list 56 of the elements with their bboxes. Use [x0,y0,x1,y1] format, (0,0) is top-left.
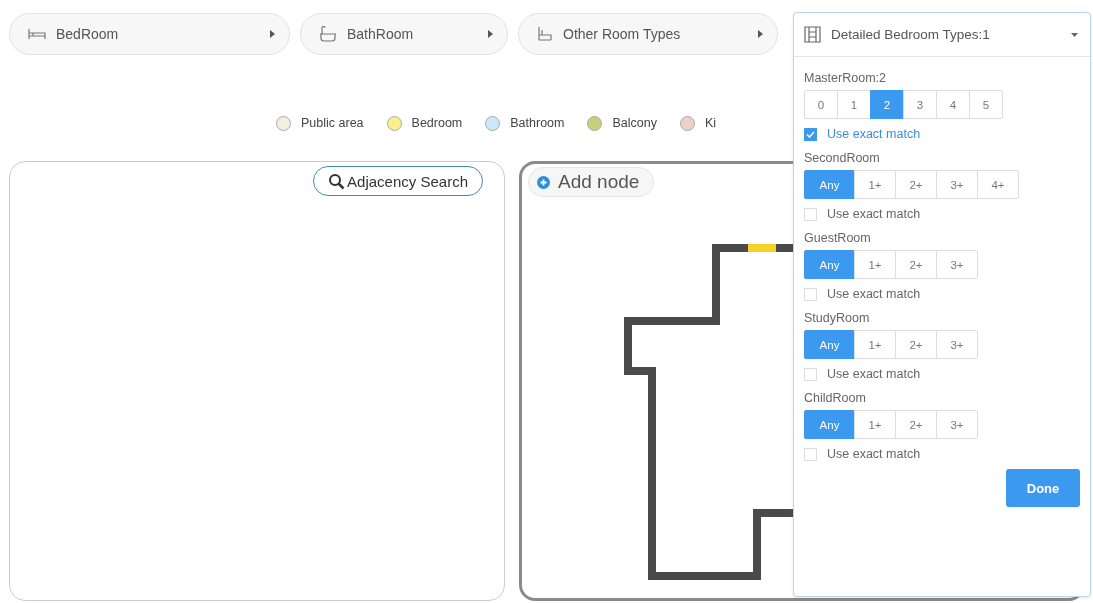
checkbox-label[interactable]: Use exact match [827,447,921,461]
segment-option[interactable]: 4+ [977,170,1019,199]
segment-option[interactable]: Any [804,410,855,439]
segment-option[interactable]: 3+ [936,330,978,359]
checkbox-label[interactable]: Use exact match [827,367,921,381]
segment-option[interactable]: 2+ [895,170,937,199]
segment-option[interactable]: 3+ [936,250,978,279]
room-type-dropdown[interactable]: BedRoom [9,13,290,55]
segment-option[interactable]: 3+ [936,410,978,439]
segment-option[interactable]: 5 [969,90,1003,119]
bathtub-icon [319,26,337,42]
legend-label: Ki [704,116,717,130]
segment-option[interactable]: 3 [903,90,937,119]
segment-option[interactable]: 3+ [936,170,978,199]
group-label: GuestRoom [804,231,872,245]
search-icon [328,172,346,190]
segment-option[interactable]: Any [804,330,855,359]
segment-option[interactable]: 4 [936,90,970,119]
caret-icon [488,30,493,38]
segment-option[interactable]: 2 [870,90,904,119]
chair-icon [537,26,553,42]
segment-option[interactable]: 0 [804,90,838,119]
checkbox-label[interactable]: Use exact match [827,127,921,141]
segment-option[interactable]: Any [804,250,855,279]
segment-option[interactable]: 1+ [854,170,896,199]
bed-icon [28,28,46,40]
segment-option[interactable]: Any [804,170,855,199]
caret-icon [270,30,275,38]
group-label: ChildRoom [804,391,867,405]
segment-option[interactable]: 1 [837,90,871,119]
legend-label: Public area [301,116,364,130]
checkbox[interactable] [804,127,817,141]
done-button[interactable]: Done [1006,469,1080,507]
group-label: SecondRoom [804,151,881,165]
wardrobe-icon [804,26,821,43]
group-label: StudyRoom [804,311,871,325]
group-label: MasterRoom:2 [804,71,887,85]
segment-option[interactable]: 1+ [854,330,896,359]
plus-circle-icon [537,175,550,189]
room-type-dropdown[interactable]: Other Room Types [518,13,778,55]
add-node-button[interactable]: Add node [528,167,655,197]
checkbox-label[interactable]: Use exact match [827,207,921,221]
checkbox-label[interactable]: Use exact match [827,287,921,301]
segment-option[interactable]: 2+ [895,410,937,439]
legend-label: Bedroom [411,116,463,130]
room-type-dropdown[interactable]: BathRoom [300,13,508,55]
segment-option[interactable]: 1+ [854,250,896,279]
caret-icon [758,30,763,38]
segment-option[interactable]: 1+ [854,410,896,439]
segment-option[interactable]: 2+ [895,330,937,359]
caret-icon [1071,32,1078,37]
adjacency-search-button[interactable]: Adjacency Search [313,166,483,196]
legend-label: Balcony [612,116,657,130]
segment-option[interactable]: 2+ [895,250,937,279]
legend-label: Bathroom [510,116,565,130]
dropdown-title[interactable]: Detailed Bedroom Types:1 [831,27,1061,42]
